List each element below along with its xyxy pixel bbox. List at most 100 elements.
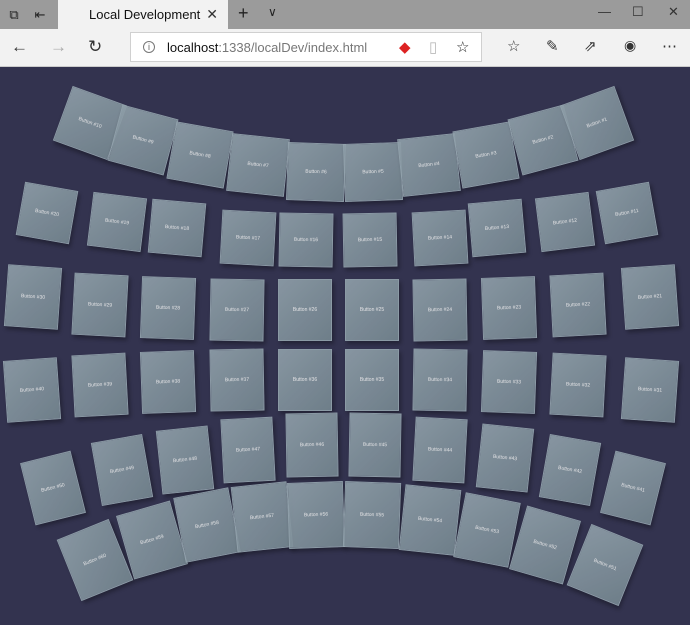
- grid-button[interactable]: Button #28: [139, 276, 197, 340]
- grid-button[interactable]: Button #55: [342, 481, 402, 549]
- url-text: localhost:1338/localDev/index.html: [167, 40, 367, 55]
- grid-button[interactable]: Button #5: [343, 142, 403, 202]
- grid-button[interactable]: Button #14: [411, 209, 469, 267]
- grid-button[interactable]: Button #41: [600, 450, 666, 526]
- tab-bar: ⧉ ⇤ Local Development ✕ + ∨ — ☐ ✕: [0, 0, 690, 29]
- grid-button[interactable]: Button #30: [3, 264, 63, 330]
- grid-button-label: Button #48: [172, 455, 198, 465]
- grid-button-label: Button #58: [194, 519, 220, 531]
- grid-button[interactable]: Button #33: [480, 350, 538, 414]
- tab-menu-icon[interactable]: ∨: [268, 5, 277, 19]
- grid-button[interactable]: Button #16: [278, 212, 334, 268]
- grid-button[interactable]: Button #27: [209, 278, 265, 342]
- grid-button[interactable]: Button #18: [147, 198, 207, 258]
- grid-button-label: Button #43: [492, 453, 518, 463]
- site-info-icon[interactable]: i: [143, 41, 155, 53]
- close-window-icon[interactable]: ✕: [668, 4, 679, 20]
- grid-button-label: Button #28: [155, 304, 181, 312]
- grid-button[interactable]: Button #31: [620, 357, 680, 423]
- grid-button[interactable]: Button #57: [230, 481, 294, 553]
- grid-button[interactable]: Button #39: [71, 352, 129, 418]
- grid-button[interactable]: Button #13: [467, 198, 527, 258]
- grid-button[interactable]: Button #19: [86, 191, 148, 253]
- grid-button[interactable]: Button #47: [220, 416, 276, 484]
- grid-button[interactable]: Button #58: [173, 487, 241, 563]
- more-icon[interactable]: ⋯: [662, 37, 677, 55]
- grid-button[interactable]: Button #43: [475, 423, 535, 493]
- grid-button[interactable]: Button #34: [412, 348, 468, 412]
- new-tab-icon[interactable]: +: [238, 3, 249, 24]
- grid-button[interactable]: Button #51: [566, 523, 644, 607]
- grid-button[interactable]: Button #8: [166, 121, 234, 189]
- grid-button[interactable]: Button #48: [155, 425, 215, 495]
- grid-button-label: Button #49: [109, 464, 135, 476]
- grid-button-label: Button #37: [224, 376, 250, 384]
- share-icon[interactable]: ⇗: [584, 37, 597, 55]
- address-bar[interactable]: i localhost:1338/localDev/index.html ◆ ▯…: [130, 32, 482, 62]
- grid-button[interactable]: Button #44: [412, 416, 468, 484]
- grid-button-label: Button #18: [164, 223, 190, 233]
- maximize-icon[interactable]: ☐: [632, 4, 644, 20]
- grid-button[interactable]: Button #46: [285, 412, 339, 478]
- grid-button[interactable]: Button #22: [549, 272, 607, 338]
- grid-button[interactable]: Button #54: [398, 484, 462, 556]
- grid-button[interactable]: Button #29: [71, 272, 129, 338]
- grid-button-label: Button #56: [303, 511, 329, 519]
- grid-button[interactable]: Button #45: [348, 412, 402, 478]
- forward-icon[interactable]: →: [50, 37, 67, 57]
- grid-button[interactable]: Button #36: [278, 349, 332, 411]
- grid-button[interactable]: Button #17: [219, 209, 277, 267]
- grid-button[interactable]: Button #21: [620, 264, 680, 330]
- back-icon[interactable]: ←: [11, 37, 28, 57]
- pen-notes-icon[interactable]: ✎: [546, 37, 559, 55]
- tab-preview-icon[interactable]: ⧉: [4, 0, 24, 29]
- url-host: localhost: [167, 39, 219, 55]
- grid-button-label: Button #57: [249, 512, 275, 522]
- grid-button[interactable]: Button #23: [480, 276, 538, 340]
- tab-local-development[interactable]: Local Development ✕: [58, 0, 228, 29]
- grid-button-label: Button #17: [235, 234, 261, 242]
- set-aside-tabs-icon[interactable]: ⇤: [30, 0, 50, 29]
- reading-view-icon[interactable]: ▯: [429, 38, 437, 56]
- grid-button[interactable]: Button #4: [397, 133, 461, 197]
- grid-button-label: Button #30: [20, 293, 46, 301]
- grid-button[interactable]: Button #12: [534, 191, 596, 253]
- grid-button[interactable]: Button #32: [549, 352, 607, 418]
- grid-button[interactable]: Button #52: [508, 505, 582, 585]
- grid-button-label: Button #51: [592, 557, 618, 573]
- grid-button[interactable]: Button #53: [453, 492, 521, 568]
- grid-button-label: Button #8: [188, 150, 212, 160]
- grid-button[interactable]: Button #15: [342, 212, 398, 268]
- close-tab-icon[interactable]: ✕: [206, 6, 218, 23]
- extension-icon[interactable]: ◆: [399, 38, 411, 56]
- grid-button[interactable]: Button #49: [90, 433, 154, 507]
- grid-button[interactable]: Button #26: [278, 279, 332, 341]
- grid-button[interactable]: Button #24: [412, 278, 468, 342]
- favorites-list-icon[interactable]: ☆: [507, 37, 520, 55]
- grid-button-label: Button #35: [359, 377, 385, 383]
- grid-button[interactable]: Button #11: [595, 181, 659, 245]
- grid-button-label: Button #12: [552, 217, 578, 227]
- favorite-star-icon[interactable]: ☆: [456, 38, 469, 56]
- grid-button[interactable]: Button #6: [286, 142, 346, 202]
- minimize-icon[interactable]: —: [598, 4, 611, 19]
- grid-button[interactable]: Button #37: [209, 348, 265, 412]
- grid-button[interactable]: Button #3: [452, 121, 520, 189]
- grid-button-label: Button #34: [427, 376, 453, 384]
- grid-button[interactable]: Button #38: [139, 350, 197, 414]
- grid-button-label: Button #44: [427, 446, 453, 454]
- grid-button[interactable]: Button #42: [538, 433, 602, 507]
- grid-button[interactable]: Button #40: [2, 357, 62, 423]
- grid-button[interactable]: Button #7: [226, 133, 290, 197]
- refresh-icon[interactable]: ↻: [88, 37, 102, 57]
- grid-button-label: Button #32: [565, 381, 591, 389]
- grid-button-label: Button #7: [247, 160, 269, 170]
- grid-button[interactable]: Button #56: [286, 481, 346, 549]
- extension-badge-icon[interactable]: ◉: [624, 37, 636, 54]
- grid-button[interactable]: Button #50: [20, 450, 86, 526]
- grid-button-label: Button #5: [362, 168, 384, 176]
- grid-button[interactable]: Button #20: [15, 181, 79, 245]
- grid-button[interactable]: Button #35: [345, 349, 399, 411]
- grid-button[interactable]: Button #25: [345, 279, 399, 341]
- grid-button-label: Button #9: [131, 134, 155, 146]
